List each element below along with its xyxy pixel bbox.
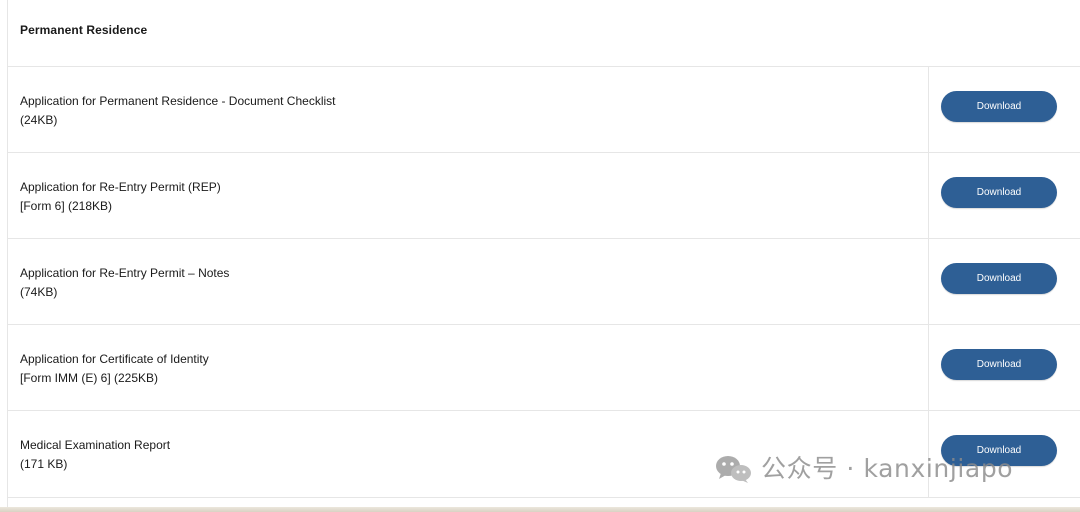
table-row: Application for Re-Entry Permit – Notes …: [8, 239, 1080, 325]
document-title: Application for Re-Entry Permit (REP): [20, 180, 221, 194]
section-header: Permanent Residence: [8, 0, 1080, 67]
document-size: (171 KB): [20, 457, 68, 471]
document-size: [Form 6] (218KB): [20, 199, 113, 213]
column-divider: [928, 153, 929, 238]
table-row: Application for Re-Entry Permit (REP) [F…: [8, 153, 1080, 239]
download-button[interactable]: Download: [941, 177, 1057, 208]
table-row: Application for Certificate of Identity …: [8, 325, 1080, 411]
download-button[interactable]: Download: [941, 349, 1057, 380]
document-info: Application for Permanent Residence - Do…: [20, 92, 335, 130]
table-row: Application for Permanent Residence - Do…: [8, 67, 1080, 153]
download-button[interactable]: Download: [941, 263, 1057, 294]
download-button[interactable]: Download: [941, 91, 1057, 122]
downloads-page: Permanent Residence Application for Perm…: [0, 0, 1080, 512]
document-size: (24KB): [20, 113, 58, 127]
documents-table: Application for Permanent Residence - Do…: [8, 67, 1080, 498]
document-size: [Form IMM (E) 6] (225KB): [20, 371, 159, 385]
document-title: Application for Permanent Residence - Do…: [20, 94, 336, 108]
document-size: (74KB): [20, 285, 58, 299]
column-divider: [928, 325, 929, 410]
column-divider: [928, 239, 929, 324]
column-divider: [928, 67, 929, 152]
document-info: Medical Examination Report (171 KB): [20, 436, 170, 474]
document-title: Medical Examination Report: [20, 438, 171, 452]
download-button[interactable]: Download: [941, 435, 1057, 466]
column-divider: [928, 411, 929, 497]
document-info: Application for Certificate of Identity …: [20, 350, 209, 388]
bottom-edge: [0, 507, 1080, 512]
table-row: Medical Examination Report (171 KB) Down…: [8, 411, 1080, 498]
document-info: Application for Re-Entry Permit – Notes …: [20, 264, 229, 302]
section-title: Permanent Residence: [20, 23, 148, 37]
document-title: Application for Re-Entry Permit – Notes: [20, 266, 230, 280]
document-info: Application for Re-Entry Permit (REP) [F…: [20, 178, 221, 216]
document-title: Application for Certificate of Identity: [20, 352, 209, 366]
